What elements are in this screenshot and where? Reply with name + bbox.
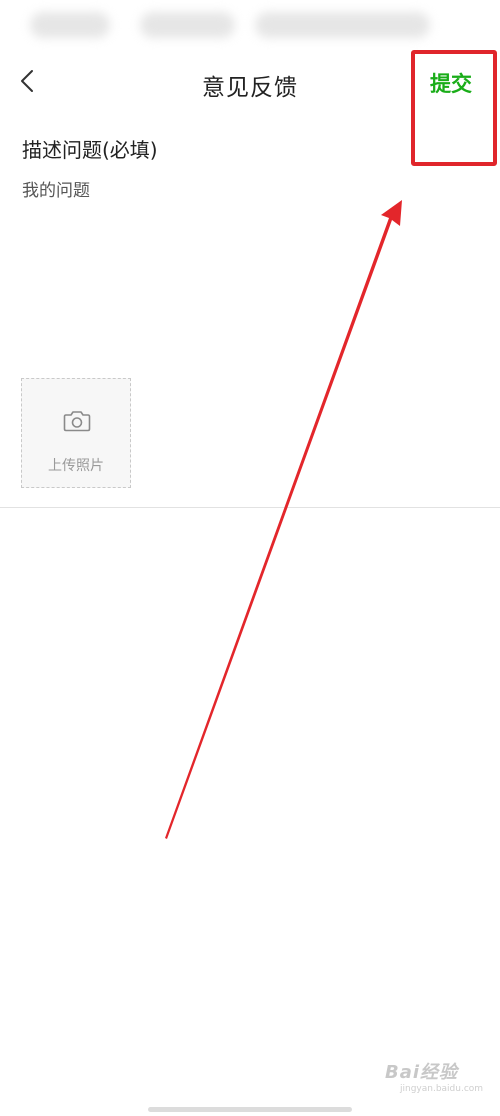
- problem-description-input[interactable]: 我的问题: [22, 176, 90, 201]
- status-bar-blurred: [255, 12, 430, 38]
- watermark-text: Bai经验: [385, 1062, 459, 1083]
- watermark-url: jingyan.baidu.com: [400, 1084, 484, 1094]
- baidu-watermark-logo: Bai经验: [385, 1058, 458, 1084]
- status-bar: [0, 0, 500, 56]
- upload-photo-button[interactable]: 上传照片: [21, 378, 131, 488]
- status-bar-blurred: [140, 12, 235, 38]
- home-indicator[interactable]: [148, 1107, 352, 1112]
- annotation-arrow: [165, 200, 402, 839]
- camera-icon: [63, 411, 91, 432]
- status-bar-blurred: [30, 12, 110, 38]
- annotation-arrow-shape: [165, 200, 402, 839]
- divider: [0, 507, 500, 508]
- annotation-highlight-box: [411, 50, 497, 166]
- upload-photo-label: 上传照片: [48, 458, 104, 474]
- description-section-title: 描述问题(必填): [22, 138, 158, 162]
